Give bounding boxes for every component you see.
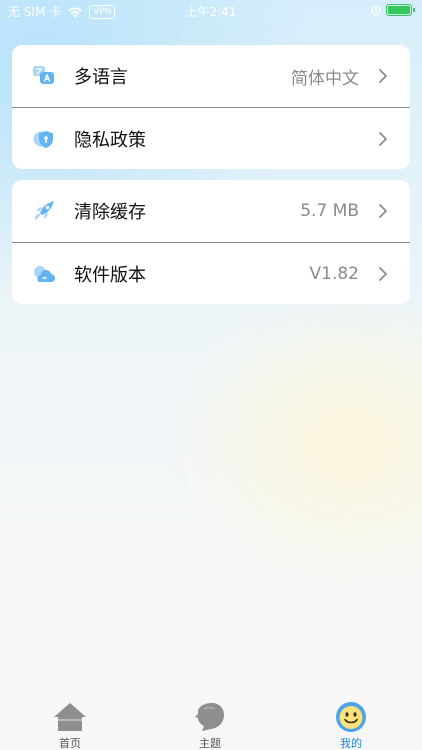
- chevron-right-icon: [379, 69, 387, 83]
- cloud-icon: [34, 265, 55, 282]
- app-version-row[interactable]: 软件版本 V1.82: [12, 242, 410, 304]
- tab-theme-label: 主题: [199, 737, 221, 750]
- tab-theme[interactable]: 主题: [170, 698, 250, 750]
- status-bar: 无 SIM 卡 VPN 上午2:41: [0, 0, 422, 22]
- app-version-value: V1.82: [309, 263, 359, 284]
- language-value: 简体中文: [291, 68, 359, 89]
- clear-cache-label: 清除缓存: [74, 202, 146, 223]
- chevron-right-icon: [379, 131, 387, 146]
- privacy-shield-icon: [33, 130, 53, 148]
- cache-size-value: 5.7 MB: [300, 201, 359, 221]
- language-row[interactable]: 多语言 简体中文: [12, 45, 410, 107]
- clear-cache-row[interactable]: 清除缓存 5.7 MB: [12, 180, 410, 242]
- alarm-icon: [371, 5, 381, 16]
- tab-mine[interactable]: 我的: [311, 698, 391, 750]
- smiley-icon: [336, 702, 366, 732]
- chevron-right-icon: [379, 204, 387, 218]
- privacy-policy-row[interactable]: 隐私政策: [12, 107, 410, 169]
- home-icon: [54, 703, 86, 731]
- tab-home-label: 首页: [59, 737, 81, 750]
- app-version-label: 软件版本: [74, 264, 146, 286]
- rocket-icon: [35, 201, 54, 220]
- tab-mine-label: 我的: [340, 737, 362, 750]
- translate-icon: [33, 66, 54, 84]
- chevron-right-icon: [379, 266, 387, 281]
- battery-icon: [386, 4, 415, 16]
- theme-head-icon: [195, 703, 224, 731]
- language-label: 多语言: [74, 67, 128, 88]
- status-time: 上午2:41: [185, 5, 237, 19]
- settings-group-app: 清除缓存 5.7 MB 软件版本 V1.82: [12, 180, 410, 304]
- privacy-policy-label: 隐私政策: [74, 129, 146, 151]
- tab-bar: 首页 主题 我的: [0, 698, 422, 750]
- settings-group-general: 多语言 简体中文 隐私政策: [12, 45, 410, 169]
- tab-home[interactable]: 首页: [30, 698, 110, 750]
